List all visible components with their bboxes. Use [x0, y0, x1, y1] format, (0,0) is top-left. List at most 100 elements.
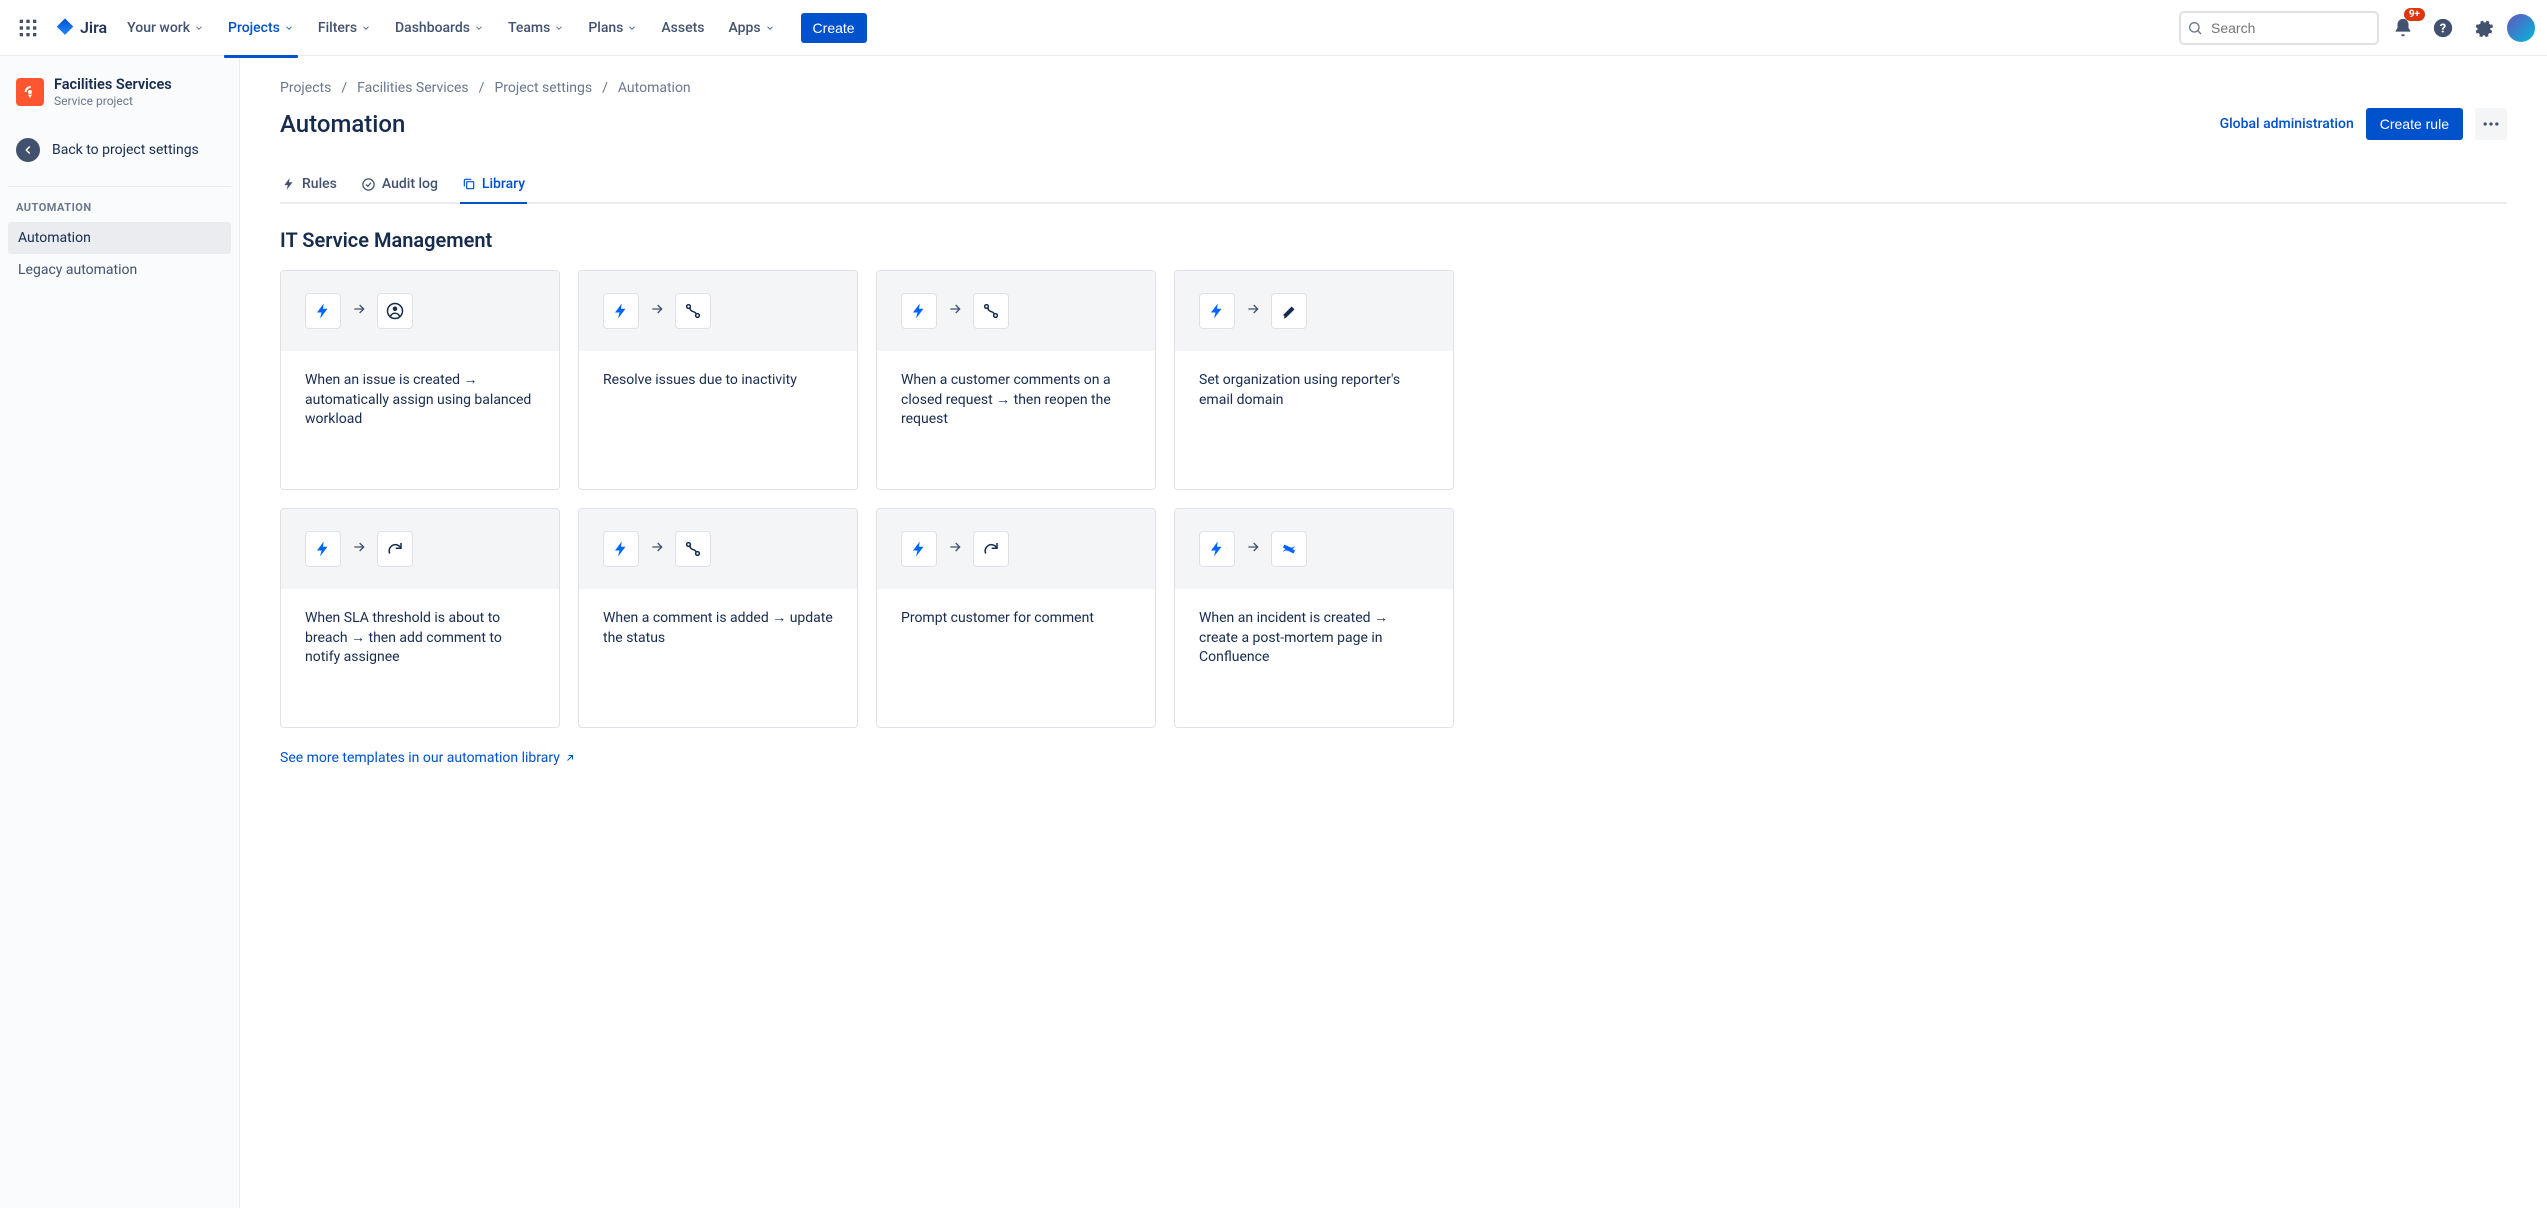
arrow-right-icon [1245, 301, 1261, 321]
tab-library[interactable]: Library [460, 168, 527, 202]
action-pencil-icon [1271, 293, 1307, 329]
back-to-settings-link[interactable]: Back to project settings [8, 128, 231, 172]
chevron-down-icon [627, 23, 637, 33]
help-icon: ? [2432, 17, 2454, 39]
action-confluence-icon [1271, 531, 1307, 567]
trigger-bolt-icon [901, 293, 937, 329]
template-card[interactable]: Set organization using reporter's email … [1174, 270, 1454, 490]
project-icon [16, 78, 44, 106]
notification-badge: 9+ [2404, 8, 2425, 21]
template-card[interactable]: Resolve issues due to inactivity [578, 270, 858, 490]
arrow-right-icon [649, 539, 665, 559]
card-icon-row [1175, 509, 1453, 589]
template-card[interactable]: When an incident is created → create a p… [1174, 508, 1454, 728]
action-branch-icon [675, 293, 711, 329]
user-avatar[interactable] [2507, 14, 2535, 42]
trigger-bolt-icon [305, 293, 341, 329]
sidebar-item-legacy-automation[interactable]: Legacy automation [8, 254, 231, 286]
nav-dashboards[interactable]: Dashboards [385, 12, 494, 44]
trigger-bolt-icon [603, 531, 639, 567]
sidebar: Facilities Services Service project Back… [0, 56, 240, 1208]
template-card[interactable]: When a customer comments on a closed req… [876, 270, 1156, 490]
page-title: Automation [280, 110, 405, 138]
jira-logo-text: Jira [80, 18, 107, 37]
nav-projects[interactable]: Projects [218, 12, 304, 44]
sidebar-item-automation[interactable]: Automation [8, 222, 231, 254]
nav-apps[interactable]: Apps [718, 12, 784, 44]
create-rule-button[interactable]: Create rule [2366, 108, 2463, 140]
breadcrumb: Projects/ Facilities Services/ Project s… [280, 80, 2507, 96]
card-description: When an incident is created → create a p… [1199, 609, 1429, 668]
help-button[interactable]: ? [2427, 12, 2459, 44]
nav-your-work[interactable]: Your work [117, 12, 214, 44]
chevron-down-icon [284, 23, 294, 33]
card-icon-row [877, 271, 1155, 351]
action-user-circle-icon [377, 293, 413, 329]
sidebar-project-header[interactable]: Facilities Services Service project [8, 76, 231, 124]
breadcrumb-facilities[interactable]: Facilities Services [357, 80, 469, 96]
search-input[interactable] [2179, 11, 2379, 45]
nav-teams[interactable]: Teams [498, 12, 574, 44]
settings-button[interactable] [2467, 12, 2499, 44]
action-branch-icon [675, 531, 711, 567]
trigger-bolt-icon [901, 531, 937, 567]
back-arrow-icon [16, 138, 40, 162]
external-link-icon [564, 752, 576, 764]
notifications-button[interactable]: 9+ [2387, 12, 2419, 44]
sidebar-project-type: Service project [54, 94, 172, 108]
tab-audit-log[interactable]: Audit log [359, 168, 440, 202]
card-description: Prompt customer for comment [901, 609, 1131, 629]
breadcrumb-automation[interactable]: Automation [618, 80, 691, 96]
sidebar-project-title: Facilities Services [54, 76, 172, 93]
trigger-bolt-icon [1199, 293, 1235, 329]
breadcrumb-projects[interactable]: Projects [280, 80, 331, 96]
card-description: Resolve issues due to inactivity [603, 371, 833, 391]
check-circle-icon [361, 177, 376, 192]
create-button[interactable]: Create [801, 13, 867, 43]
nav-assets[interactable]: Assets [651, 12, 714, 44]
chevron-down-icon [194, 23, 204, 33]
card-description: When an issue is created → automatically… [305, 371, 535, 430]
top-nav: Jira Your work Projects Filters Dashboar… [0, 0, 2547, 56]
card-icon-row [281, 271, 559, 351]
template-card[interactable]: Prompt customer for comment [876, 508, 1156, 728]
card-icon-row [1175, 271, 1453, 351]
card-icon-row [877, 509, 1155, 589]
chevron-down-icon [361, 23, 371, 33]
chevron-down-icon [765, 23, 775, 33]
card-description: When a comment is added → update the sta… [603, 609, 833, 648]
arrow-right-icon [1245, 539, 1261, 559]
nav-plans[interactable]: Plans [578, 12, 647, 44]
more-actions-button[interactable] [2475, 108, 2507, 140]
trigger-bolt-icon [1199, 531, 1235, 567]
card-description: When SLA threshold is about to breach → … [305, 609, 535, 668]
global-administration-link[interactable]: Global administration [2220, 116, 2354, 132]
chevron-down-icon [474, 23, 484, 33]
nav-filters[interactable]: Filters [308, 12, 381, 44]
app-switcher-icon[interactable] [12, 12, 44, 44]
card-description: Set organization using reporter's email … [1199, 371, 1429, 410]
more-icon [2481, 114, 2501, 134]
trigger-bolt-icon [305, 531, 341, 567]
trigger-bolt-icon [603, 293, 639, 329]
see-more-link[interactable]: See more templates in our automation lib… [280, 750, 576, 766]
card-icon-row [281, 509, 559, 589]
breadcrumb-project-settings[interactable]: Project settings [494, 80, 592, 96]
bolt-icon [282, 177, 296, 191]
template-card[interactable]: When an issue is created → automatically… [280, 270, 560, 490]
section-title: IT Service Management [280, 228, 2507, 252]
arrow-right-icon [649, 301, 665, 321]
main-content: Projects/ Facilities Services/ Project s… [240, 56, 2547, 1208]
template-card[interactable]: When a comment is added → update the sta… [578, 508, 858, 728]
arrow-right-icon [947, 301, 963, 321]
svg-text:?: ? [2440, 21, 2446, 36]
action-refresh-icon [973, 531, 1009, 567]
action-branch-icon [973, 293, 1009, 329]
search-icon [2187, 20, 2203, 36]
card-description: When a customer comments on a closed req… [901, 371, 1131, 430]
tab-rules[interactable]: Rules [280, 168, 339, 202]
jira-logo[interactable]: Jira [48, 17, 113, 39]
action-refresh-icon [377, 531, 413, 567]
tabs: Rules Audit log Library [280, 168, 2507, 204]
template-card[interactable]: When SLA threshold is about to breach → … [280, 508, 560, 728]
